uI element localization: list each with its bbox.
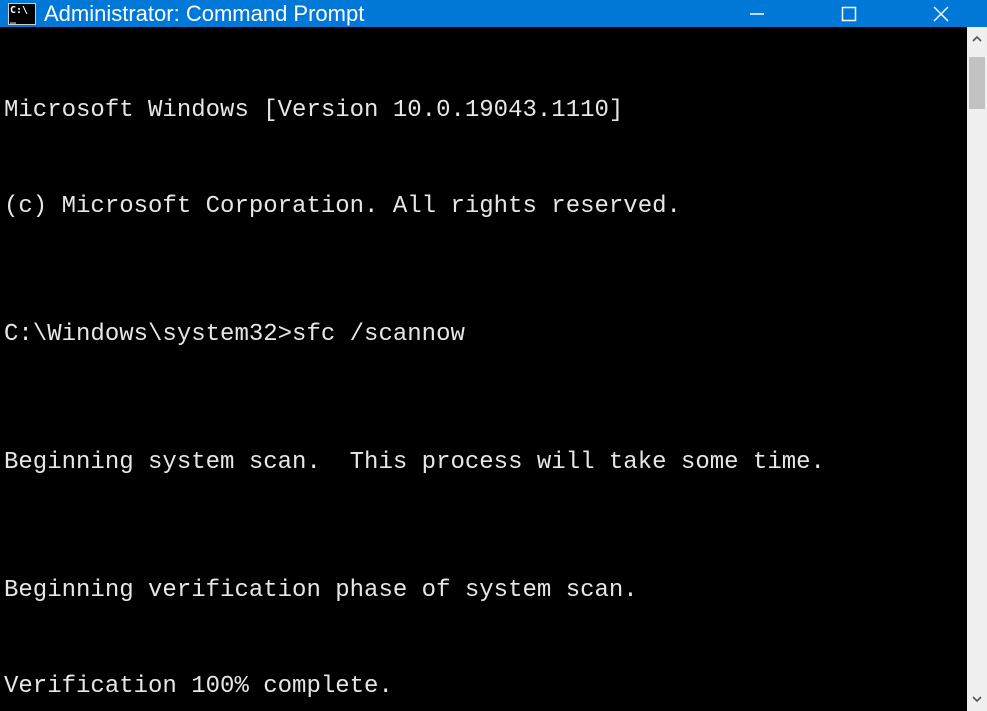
output-line: Microsoft Windows [Version 10.0.19043.11… <box>4 95 967 127</box>
terminal-output[interactable]: Microsoft Windows [Version 10.0.19043.11… <box>0 27 967 711</box>
command-prompt-window: Administrator: Command Prompt Microsoft … <box>0 0 987 711</box>
titlebar[interactable]: Administrator: Command Prompt <box>0 0 987 27</box>
chevron-up-icon <box>971 33 983 45</box>
chevron-down-icon <box>971 693 983 705</box>
minimize-button[interactable] <box>711 0 803 27</box>
window-title: Administrator: Command Prompt <box>44 1 364 27</box>
minimize-icon <box>748 5 766 23</box>
maximize-button[interactable] <box>803 0 895 27</box>
output-line: (c) Microsoft Corporation. All rights re… <box>4 191 967 223</box>
output-line: Verification 100% complete. <box>4 671 967 703</box>
scrollbar-thumb[interactable] <box>969 57 985 109</box>
scrollbar-track[interactable] <box>967 51 987 687</box>
output-line: Beginning verification phase of system s… <box>4 575 967 607</box>
scroll-up-button[interactable] <box>967 27 987 51</box>
vertical-scrollbar[interactable] <box>967 27 987 711</box>
maximize-icon <box>841 6 857 22</box>
close-button[interactable] <box>895 0 987 27</box>
cmd-icon <box>8 3 36 25</box>
close-icon <box>931 4 951 24</box>
client-area: Microsoft Windows [Version 10.0.19043.11… <box>0 27 987 711</box>
window-controls <box>711 0 987 27</box>
scroll-down-button[interactable] <box>967 687 987 711</box>
output-line: C:\Windows\system32>sfc /scannow <box>4 319 967 351</box>
output-line: Beginning system scan. This process will… <box>4 447 967 479</box>
